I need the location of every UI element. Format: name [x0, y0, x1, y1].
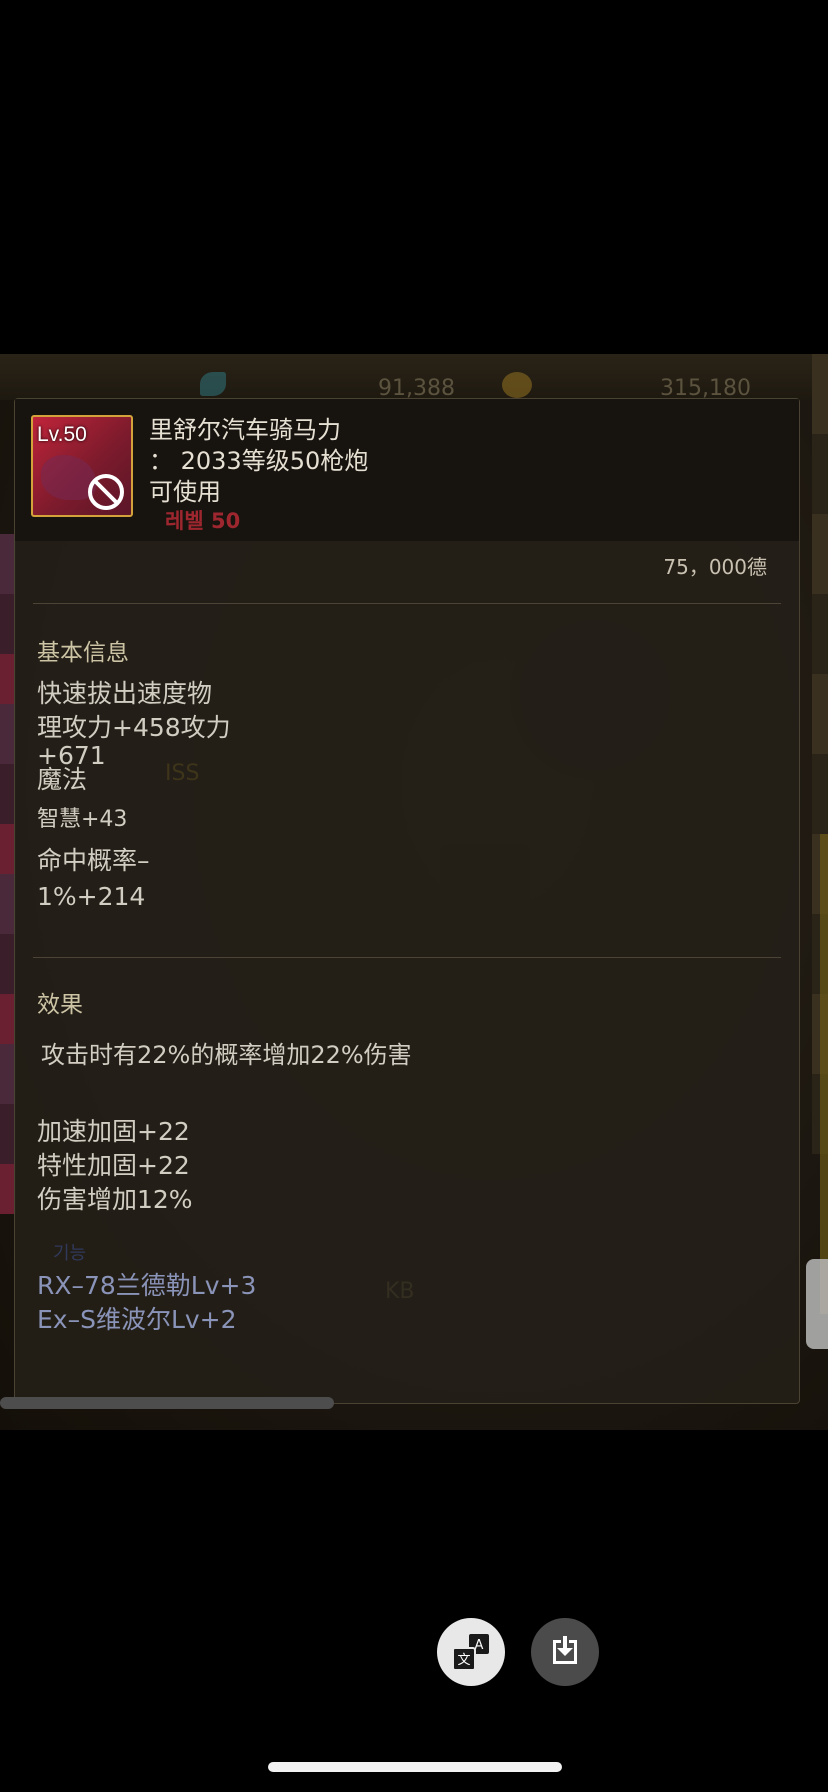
download-button[interactable]: [531, 1618, 599, 1686]
set-bonus-line: RX–78兰德勒Lv+3: [37, 1271, 257, 1300]
item-icon: Lv.50: [31, 415, 133, 517]
item-usable-status: 可使用: [149, 478, 221, 506]
prohibited-icon: [88, 474, 124, 510]
leaf-currency-icon: [200, 372, 226, 396]
item-subtitle: ： 2033等级50枪炮: [149, 447, 369, 475]
item-tooltip: Lv.50 里舒尔汽车骑马力 ： 2033等级50枪炮 可使用 레벨 50 75…: [14, 398, 800, 1404]
background-side-button: [806, 1259, 828, 1349]
background-topbar: 91,388 315,180: [0, 354, 828, 401]
translate-button[interactable]: A 文: [437, 1618, 505, 1686]
svg-text:文: 文: [457, 1653, 470, 1668]
download-icon: [553, 1636, 577, 1664]
stat-line: 智慧+43: [37, 807, 128, 832]
divider: [33, 957, 781, 958]
coin-icon: [502, 372, 532, 398]
stat-line: 命中概率–: [37, 846, 150, 875]
set-bonus-line: Ex–S维波尔Lv+2: [37, 1305, 237, 1334]
bonus-line: 伤害增加12%: [37, 1185, 193, 1214]
item-price: 75，000德: [663, 555, 767, 579]
stat-line: 1%+214: [37, 882, 146, 911]
translate-icon: A 文: [452, 1634, 489, 1671]
stat-line: 魔法: [37, 765, 88, 794]
bonus-line: 特性加固+22: [37, 1151, 190, 1180]
background-faded-text: KB: [385, 1279, 415, 1304]
basic-info-title: 基本信息: [37, 640, 129, 666]
tooltip-header: Lv.50 里舒尔汽车骑马力 ： 2033等级50枪炮 可使用 레벨 50: [15, 399, 799, 541]
set-label: 기능: [53, 1243, 87, 1264]
stat-line: 快速拔出速度物: [37, 679, 213, 708]
effect-description: 攻击时有22%的概率增加22%伤害: [41, 1041, 412, 1069]
level-requirement: 레벨 50: [165, 509, 241, 533]
home-indicator[interactable]: [268, 1762, 562, 1772]
horizontal-scrollbar[interactable]: [0, 1397, 334, 1409]
background-yellow-edge: [820, 834, 828, 1314]
effect-title: 效果: [37, 992, 83, 1018]
item-level-badge: Lv.50: [37, 423, 87, 446]
background-faded-text: ISS: [165, 761, 200, 786]
bonus-line: 加速加固+22: [37, 1117, 190, 1146]
item-name: 里舒尔汽车骑马力: [149, 416, 341, 444]
divider: [33, 603, 781, 604]
